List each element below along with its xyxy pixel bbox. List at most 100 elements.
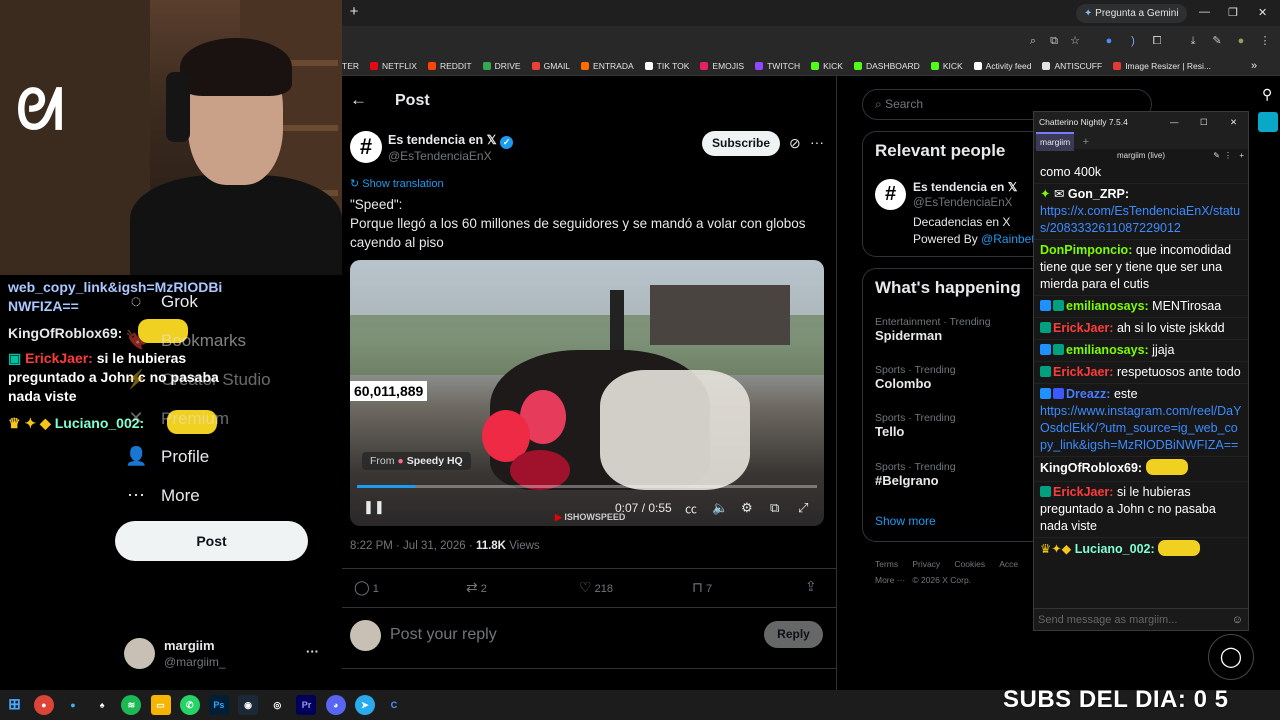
minimize-window-button[interactable]: — [1199,6,1210,18]
share-icon[interactable]: ⇪ [805,578,817,595]
bookmark-item[interactable]: ENTRADA [581,61,634,71]
obs-icon[interactable]: ◎ [267,695,287,715]
post-button[interactable]: Post [115,521,308,561]
pause-icon[interactable]: ❚❚ [363,499,385,515]
footer-link[interactable]: Privacy [912,559,940,569]
bookmark-item[interactable]: NETFLIX [370,61,417,71]
sidebar-item-bookmarks[interactable]: 🔖 Bookmarks [125,330,246,351]
chat-username[interactable]: Gon_ZRP: [1068,187,1129,201]
bookmark-item[interactable]: GMAIL [531,61,570,71]
footer-link[interactable]: Acce [999,559,1018,569]
extension-icon[interactable]: ● [1102,34,1116,48]
floating-app-icon[interactable] [1258,112,1278,132]
chat-input[interactable]: Send message as margiim... ☺ [1034,608,1248,630]
trend-item[interactable]: Entertainment · Trending Spiderman [875,316,991,343]
bookmark-action[interactable]: ⊓ 7 [692,579,712,596]
kebab-menu-icon[interactable]: ⋮ [1258,34,1272,48]
maximize-window-button[interactable]: ☐ [1200,112,1208,132]
chat-username[interactable]: emilianosays: [1066,343,1149,357]
steam-icon[interactable]: ◉ [238,695,259,715]
audio-icon[interactable]: ) [1126,34,1140,48]
reply-action[interactable]: ◯ 1 [354,579,379,596]
chatterino-taskbar-icon[interactable]: C [384,695,404,715]
chat-tab[interactable]: margiim [1036,132,1075,151]
photoshop-icon[interactable]: Ps [208,695,229,715]
repost-action[interactable]: ⇄ 2 [466,579,487,596]
sidebar-item-premium[interactable]: ✕ Premium [125,408,229,429]
bookmark-item[interactable]: Image Resizer | Resi... [1113,61,1211,71]
download-icon[interactable]: ⤓ [1186,34,1200,48]
show-translation-link[interactable]: ↻ Show translation [350,177,444,190]
footer-link[interactable]: Cookies [954,559,985,569]
discord-icon[interactable]: ◕ [325,695,346,715]
messages-float-button[interactable]: ◯ [1208,634,1254,680]
bookmark-item[interactable]: DASHBOARD [853,61,920,71]
chat-username[interactable]: ErickJaer: [1053,485,1113,499]
bookmark-item[interactable]: KICK [811,61,843,71]
sidebar-item-creator-studio[interactable]: ⚡ Creator Studio [125,369,271,390]
bookmarks-overflow-button[interactable]: » [1251,60,1257,72]
edge-icon[interactable]: ● [63,695,83,715]
emote-picker-icon[interactable]: ☺ [1232,609,1243,631]
channel-menu-icon[interactable]: ⋮ [1224,151,1232,160]
chat-link[interactable]: https://x.com/EsTendenciaEnX/status/2083… [1040,204,1240,235]
trend-item[interactable]: Sports · Trending Colombo [875,364,956,391]
minimize-window-button[interactable]: — [1170,112,1179,132]
trend-item[interactable]: Sports · Trending #Belgrano [875,461,956,488]
add-split-icon[interactable]: + [1239,151,1244,160]
bookmark-item[interactable]: TWITCH [755,61,800,71]
add-tab-button[interactable]: + [1083,136,1089,148]
bookmark-item[interactable]: Activity feed [973,61,1031,71]
reply-button[interactable]: Reply [764,621,823,648]
zoom-icon[interactable]: ⌕ [1026,34,1040,48]
spotify-icon[interactable]: ≋ [121,695,142,715]
bookmark-item[interactable]: ANTISCUFF [1042,61,1102,71]
relevant-bio-link[interactable]: @Rainbet [981,232,1035,246]
chat-link[interactable]: https://www.instagram.com/reel/DaYOsdclE… [1040,404,1241,452]
location-pin-icon[interactable]: ⚲ [1262,86,1272,103]
video-progress-track[interactable] [357,485,817,488]
relevant-avatar[interactable]: # [875,179,906,210]
bookmark-item[interactable]: TIK TOK [644,61,689,71]
show-more-link[interactable]: Show more [875,514,936,528]
sidebar-item-profile[interactable]: 👤 Profile [125,446,209,467]
chat-username[interactable]: DonPimponcio: [1040,243,1132,257]
account-menu-button[interactable]: ··· [306,644,319,659]
chrome-icon[interactable]: ● [33,695,54,715]
chat-username[interactable]: Dreazz: [1066,387,1110,401]
close-window-button[interactable]: ✕ [1230,112,1237,132]
bookmark-item[interactable]: KICK [930,61,963,71]
post-menu-icon[interactable]: ··· [810,134,824,150]
bookmark-item[interactable]: TER [342,61,359,71]
grok-analyze-icon[interactable]: ⊘ [789,135,801,152]
like-action[interactable]: ♡ 218 [579,579,613,596]
footer-link[interactable]: More ··· [875,575,905,585]
reply-input[interactable]: Post your reply [390,626,497,644]
sidebar-item-grok[interactable]: ◌ Grok [125,291,198,312]
chat-username[interactable]: ErickJaer: [1053,321,1113,335]
video-source-tag[interactable]: From ● Speedy HQ [362,452,471,470]
chat-username[interactable]: emilianosays: [1066,299,1149,313]
puzzle-icon[interactable]: ⧠ [1150,34,1164,48]
subscribe-button[interactable]: Subscribe [702,131,780,156]
settings-gear-icon[interactable]: ⚙ [741,500,753,516]
avatar[interactable] [124,638,155,669]
terminal-icon[interactable]: ♠ [92,695,112,715]
pencil-icon[interactable]: ✎ [1213,151,1220,160]
chat-username[interactable]: ErickJaer: [1053,365,1113,379]
relevant-name[interactable]: Es tendencia en 𝕏 [913,180,1017,194]
volume-icon[interactable]: 🔈 [712,500,728,516]
account-name[interactable]: margiim [164,638,215,653]
captions-icon[interactable]: ㏄ [685,500,697,517]
sidebar-item-more[interactable]: ⋯ More [125,485,200,506]
bookmark-item[interactable]: REDDIT [427,61,472,71]
telegram-icon[interactable]: ➤ [354,695,375,715]
picture-in-picture-icon[interactable]: ⧉ [770,500,779,516]
edit-icon[interactable]: ✎ [1210,34,1224,48]
profile-avatar-icon[interactable]: ● [1234,34,1248,48]
footer-link[interactable]: Terms [875,559,898,569]
premiere-icon[interactable]: Pr [296,695,317,715]
whatsapp-icon[interactable]: ✆ [179,695,200,715]
cast-icon[interactable]: ⧉ [1047,34,1061,48]
file-explorer-icon[interactable]: ▭ [150,695,171,715]
